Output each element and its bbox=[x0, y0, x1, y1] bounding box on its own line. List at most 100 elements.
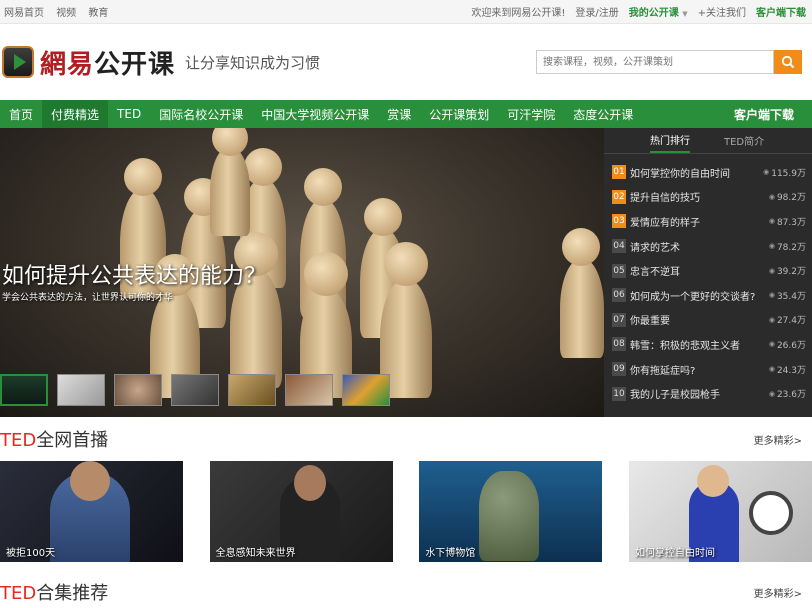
logo-brand: 網易 bbox=[40, 49, 95, 80]
play-count-icon: ◉ bbox=[768, 340, 775, 349]
thumbnail-4[interactable] bbox=[171, 374, 219, 406]
play-count-icon: ◉ bbox=[768, 242, 775, 251]
nav-item-paid[interactable]: 付费精选 bbox=[42, 100, 109, 128]
nav-item-intl-univ[interactable]: 国际名校公开课 bbox=[150, 100, 252, 128]
nav-item-home[interactable]: 首页 bbox=[0, 100, 42, 128]
banner: 如何提升公共表达的能力？ 学会公共表达的方法，让世界认可你的才华 热门排行 TE… bbox=[0, 128, 812, 417]
rank-title: 你有拖延症吗? bbox=[630, 365, 696, 377]
section-ted-collection-header: TED合集推荐 更多精彩> bbox=[0, 570, 812, 608]
ranking-item[interactable]: 01 如何掌控你的自由时间 ◉ 115.9万 bbox=[604, 160, 812, 185]
ranking-item[interactable]: 08 韩雪：积极的悲观主义者 ◉ 26.6万 bbox=[604, 332, 812, 357]
link-netease-home[interactable]: 网易首页 bbox=[4, 8, 44, 19]
section-ted-premiere-header: TED全网首播 更多精彩> bbox=[0, 417, 812, 461]
ranking-item[interactable]: 03 爱情应有的样子 ◉ 87.3万 bbox=[604, 209, 812, 234]
nav-item-khan[interactable]: 可汗学院 bbox=[498, 100, 564, 128]
rank-play-count: 35.4万 bbox=[776, 291, 806, 302]
hero-slide[interactable]: 如何提升公共表达的能力？ 学会公共表达的方法，让世界认可你的才华 bbox=[0, 128, 604, 417]
play-count-icon: ◉ bbox=[768, 291, 775, 300]
rank-title: 你最重要 bbox=[630, 316, 670, 328]
rank-number: 05 bbox=[612, 263, 626, 278]
main-nav: 首页 付费精选 TED 国际名校公开课 中国大学视频公开课 赏课 公开课策划 可… bbox=[0, 100, 812, 128]
rank-play-count: 24.3万 bbox=[776, 365, 806, 376]
thumbnail-2[interactable] bbox=[57, 374, 105, 406]
ranking-item[interactable]: 05 忠言不逆耳 ◉ 39.2万 bbox=[604, 258, 812, 283]
rank-number: 03 bbox=[612, 214, 626, 229]
more-link[interactable]: 更多精彩> bbox=[754, 585, 802, 600]
rank-title: 如何成为一个更好的交谈者? bbox=[630, 291, 756, 303]
nav-item-cn-univ[interactable]: 中国大学视频公开课 bbox=[252, 100, 378, 128]
play-count-icon: ◉ bbox=[768, 389, 775, 398]
ranking-item[interactable]: 04 请求的艺术 ◉ 78.2万 bbox=[604, 234, 812, 259]
nav-items: 首页 付费精选 TED 国际名校公开课 中国大学视频公开课 赏课 公开课策划 可… bbox=[0, 100, 642, 128]
thumbnail-6[interactable] bbox=[285, 374, 333, 406]
my-course-link[interactable]: 我的公开课 ▼ bbox=[629, 4, 688, 19]
thumbnail-1[interactable] bbox=[0, 374, 48, 406]
search-bar bbox=[536, 50, 802, 74]
rank-title: 爱情应有的样子 bbox=[630, 217, 700, 229]
hero-title[interactable]: 如何提升公共表达的能力？ bbox=[2, 258, 266, 290]
ted-label: TED bbox=[0, 430, 37, 451]
nav-client-download[interactable]: 客户端下载 bbox=[734, 106, 812, 123]
link-video[interactable]: 视频 bbox=[56, 8, 76, 19]
play-count-icon: ◉ bbox=[768, 217, 775, 226]
welcome-text: 欢迎来到网易公开课! bbox=[471, 8, 566, 19]
rank-title: 韩雪：积极的悲观主义者 bbox=[630, 340, 740, 352]
rank-title: 提升自信的技巧 bbox=[630, 193, 700, 205]
ranking-item[interactable]: 06 如何成为一个更好的交谈者? ◉ 35.4万 bbox=[604, 283, 812, 308]
logo[interactable]: 網易 公开课 让分享知识成为习惯 bbox=[2, 44, 320, 81]
card-caption: 被拒100天 bbox=[6, 548, 56, 559]
top-bar: 网易首页 视频 教育 欢迎来到网易公开课! 登录/注册 我的公开课 ▼ +关注我… bbox=[0, 0, 812, 24]
play-count-icon: ◉ bbox=[768, 192, 775, 201]
rank-play-count: 115.9万 bbox=[771, 168, 806, 179]
video-card[interactable]: 水下博物馆 bbox=[419, 461, 603, 562]
ranking-panel: 热门排行 TED简介 01 如何掌控你的自由时间 ◉ 115.9万 02 提升自信的技巧 ◉… bbox=[604, 128, 812, 417]
rank-play-count: 27.4万 bbox=[776, 316, 806, 327]
play-screen-icon bbox=[2, 46, 34, 78]
top-right: 欢迎来到网易公开课! 登录/注册 我的公开课 ▼ +关注我们 客户端下载 bbox=[461, 4, 806, 19]
rank-title: 忠言不逆耳 bbox=[630, 267, 680, 279]
rank-number: 10 bbox=[612, 386, 626, 401]
hero-thumbnails bbox=[0, 374, 399, 406]
more-link[interactable]: 更多精彩> bbox=[754, 432, 802, 447]
ranking-tabs: 热门排行 TED简介 bbox=[604, 128, 812, 154]
search-button[interactable] bbox=[774, 50, 802, 74]
section-title: TED合集推荐 bbox=[0, 579, 108, 605]
tab-hot-ranking[interactable]: 热门排行 bbox=[650, 128, 690, 153]
play-count-icon: ◉ bbox=[768, 315, 775, 324]
thumbnail-5[interactable] bbox=[228, 374, 276, 406]
hero-subtitle: 学会公共表达的方法，让世界认可你的才华 bbox=[2, 293, 174, 303]
rank-number: 06 bbox=[612, 288, 626, 303]
section-title: TED全网首播 bbox=[0, 426, 108, 452]
link-education[interactable]: 教育 bbox=[88, 8, 108, 19]
login-link[interactable]: 登录/注册 bbox=[575, 4, 618, 19]
nav-item-ted[interactable]: TED bbox=[108, 100, 150, 128]
nav-item-attitude[interactable]: 态度公开课 bbox=[564, 100, 642, 128]
rank-number: 04 bbox=[612, 239, 626, 254]
top-links: 网易首页 视频 教育 bbox=[4, 4, 117, 19]
video-card[interactable]: 全息感知未来世界 bbox=[209, 461, 393, 562]
ranking-item[interactable]: 09 你有拖延症吗? ◉ 24.3万 bbox=[604, 357, 812, 382]
nav-item-appreciate[interactable]: 赏课 bbox=[378, 100, 420, 128]
video-card[interactable]: 被拒100天 bbox=[0, 461, 183, 562]
ranking-item[interactable]: 10 我的儿子是校园枪手 ◉ 23.6万 bbox=[604, 381, 812, 406]
thumbnail-7[interactable] bbox=[342, 374, 390, 406]
rank-number: 09 bbox=[612, 362, 626, 377]
follow-link[interactable]: +关注我们 bbox=[698, 4, 746, 19]
rank-number: 01 bbox=[612, 165, 626, 180]
thumbnail-3[interactable] bbox=[114, 374, 162, 406]
ranking-item[interactable]: 07 你最重要 ◉ 27.4万 bbox=[604, 308, 812, 333]
client-download-link[interactable]: 客户端下载 bbox=[756, 4, 806, 19]
tab-ted-intro[interactable]: TED简介 bbox=[724, 128, 764, 153]
ranking-item[interactable]: 02 提升自信的技巧 ◉ 98.2万 bbox=[604, 185, 812, 210]
rank-title: 我的儿子是校园枪手 bbox=[630, 390, 720, 402]
rank-play-count: 78.2万 bbox=[776, 242, 806, 253]
video-card[interactable]: 如何掌控自由时间 bbox=[628, 461, 812, 562]
nav-item-planning[interactable]: 公开课策划 bbox=[420, 100, 498, 128]
play-count-icon: ◉ bbox=[768, 365, 775, 374]
card-caption: 水下博物馆 bbox=[425, 548, 476, 559]
play-count-icon: ◉ bbox=[768, 266, 775, 275]
header: 網易 公开课 让分享知识成为习惯 bbox=[0, 24, 812, 100]
rank-title: 请求的艺术 bbox=[630, 242, 680, 254]
search-input[interactable] bbox=[536, 50, 774, 74]
search-icon bbox=[781, 55, 795, 69]
